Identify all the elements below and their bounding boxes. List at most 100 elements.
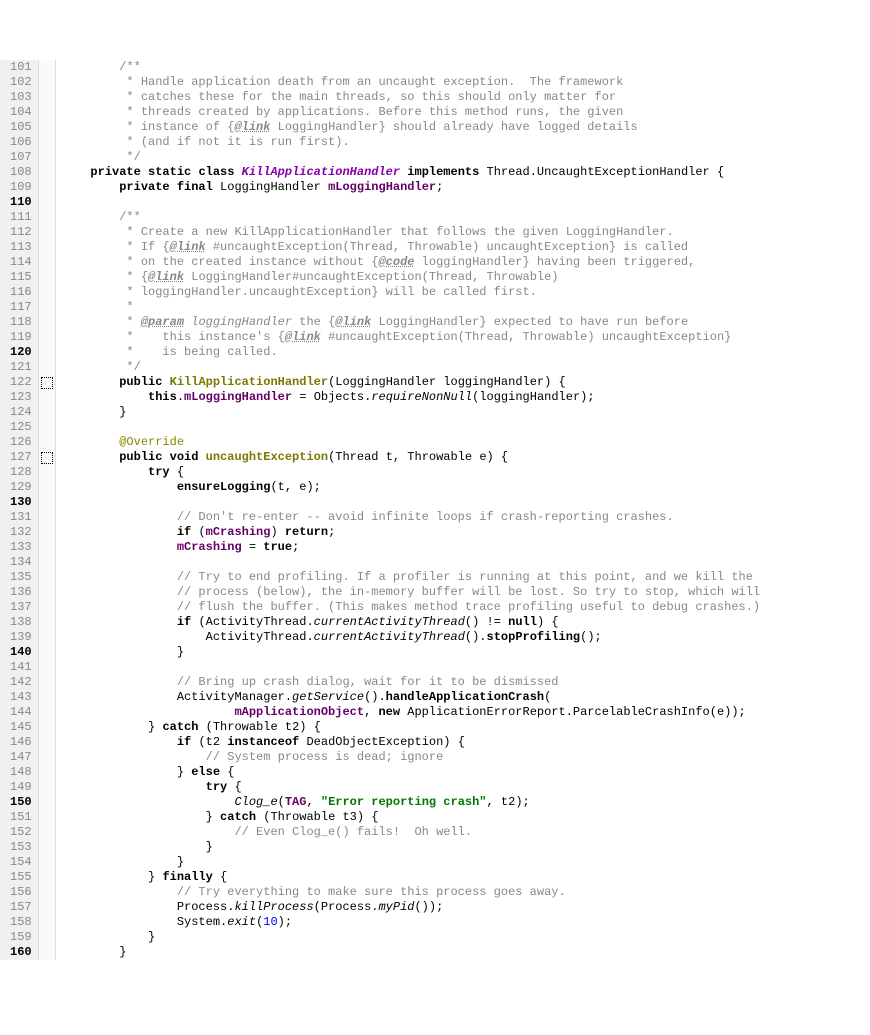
code-line: *: [62, 300, 870, 315]
line-number: 150: [10, 795, 32, 810]
code-area[interactable]: /** * Handle application death from an u…: [56, 60, 870, 960]
line-number: 138: [10, 615, 32, 630]
line-number: 141: [10, 660, 32, 675]
line-number: 145: [10, 720, 32, 735]
code-line: Clog_e(TAG, "Error reporting crash", t2)…: [62, 795, 870, 810]
code-line: * threads created by applications. Befor…: [62, 105, 870, 120]
line-number: 137: [10, 600, 32, 615]
code-line: } catch (Throwable t3) {: [62, 810, 870, 825]
line-number: 129: [10, 480, 32, 495]
code-line: ensureLogging(t, e);: [62, 480, 870, 495]
line-number: 113: [10, 240, 32, 255]
line-number: 157: [10, 900, 32, 915]
code-line: * loggingHandler.uncaughtException} will…: [62, 285, 870, 300]
code-line: // process (below), the in-memory buffer…: [62, 585, 870, 600]
line-number: 110: [10, 195, 32, 210]
line-number: 134: [10, 555, 32, 570]
line-number: 151: [10, 810, 32, 825]
code-line: * is being called.: [62, 345, 870, 360]
code-line: }: [62, 945, 870, 960]
code-line: * (and if not it is run first).: [62, 135, 870, 150]
code-line: }: [62, 930, 870, 945]
line-number: 103: [10, 90, 32, 105]
code-line: // flush the buffer. (This makes method …: [62, 600, 870, 615]
line-number: 120: [10, 345, 32, 360]
line-number: 130: [10, 495, 32, 510]
code-line: private static class KillApplicationHand…: [62, 165, 870, 180]
code-line: if (mCrashing) return;: [62, 525, 870, 540]
code-line: */: [62, 360, 870, 375]
line-number: 109: [10, 180, 32, 195]
line-number: 148: [10, 765, 32, 780]
code-line: }: [62, 405, 870, 420]
line-number: 128: [10, 465, 32, 480]
code-line: ActivityManager.getService().handleAppli…: [62, 690, 870, 705]
line-number: 143: [10, 690, 32, 705]
line-number: 124: [10, 405, 32, 420]
code-line: ActivityThread.currentActivityThread().s…: [62, 630, 870, 645]
line-number: 105: [10, 120, 32, 135]
code-line: * {@link LoggingHandler#uncaughtExceptio…: [62, 270, 870, 285]
code-line: */: [62, 150, 870, 165]
line-number: 160: [10, 945, 32, 960]
line-number: 127: [10, 450, 32, 465]
code-editor: 1011021031041051061071081091101111121131…: [0, 60, 870, 960]
code-line: // Try everything to make sure this proc…: [62, 885, 870, 900]
code-line: * @param loggingHandler the {@link Loggi…: [62, 315, 870, 330]
code-line: * Handle application death from an uncau…: [62, 75, 870, 90]
code-line: } else {: [62, 765, 870, 780]
code-line: * catches these for the main threads, so…: [62, 90, 870, 105]
line-number: 139: [10, 630, 32, 645]
line-number: 156: [10, 885, 32, 900]
code-line: }: [62, 840, 870, 855]
code-line: } finally {: [62, 870, 870, 885]
code-line: }: [62, 855, 870, 870]
code-line: @Override: [62, 435, 870, 450]
code-line: // Try to end profiling. If a profiler i…: [62, 570, 870, 585]
code-line: * Create a new KillApplicationHandler th…: [62, 225, 870, 240]
line-number: 144: [10, 705, 32, 720]
code-line: /**: [62, 210, 870, 225]
fold-marker-gutter: [39, 60, 56, 960]
line-number: 117: [10, 300, 32, 315]
line-number: 112: [10, 225, 32, 240]
code-line: public void uncaughtException(Thread t, …: [62, 450, 870, 465]
line-number: 116: [10, 285, 32, 300]
code-line: mCrashing = true;: [62, 540, 870, 555]
code-line: * If {@link #uncaughtException(Thread, T…: [62, 240, 870, 255]
line-number: 147: [10, 750, 32, 765]
line-number: 152: [10, 825, 32, 840]
line-number: 142: [10, 675, 32, 690]
line-number: 136: [10, 585, 32, 600]
line-number: 107: [10, 150, 32, 165]
code-line: } catch (Throwable t2) {: [62, 720, 870, 735]
code-line: [62, 495, 870, 510]
line-number: 140: [10, 645, 32, 660]
line-number: 125: [10, 420, 32, 435]
code-line: // System process is dead; ignore: [62, 750, 870, 765]
fold-marker-icon[interactable]: [41, 377, 53, 389]
code-line: this.mLoggingHandler = Objects.requireNo…: [62, 390, 870, 405]
line-number: 115: [10, 270, 32, 285]
line-number: 108: [10, 165, 32, 180]
code-line: // Bring up crash dialog, wait for it to…: [62, 675, 870, 690]
line-number: 104: [10, 105, 32, 120]
line-number: 111: [10, 210, 32, 225]
code-line: [62, 195, 870, 210]
code-line: [62, 420, 870, 435]
code-line: mApplicationObject, new ApplicationError…: [62, 705, 870, 720]
line-number: 158: [10, 915, 32, 930]
line-number: 119: [10, 330, 32, 345]
code-line: // Even Clog_e() fails! Oh well.: [62, 825, 870, 840]
code-line: [62, 555, 870, 570]
fold-marker-icon[interactable]: [41, 452, 53, 464]
line-number: 118: [10, 315, 32, 330]
line-number: 101: [10, 60, 32, 75]
code-line: public KillApplicationHandler(LoggingHan…: [62, 375, 870, 390]
code-line: /**: [62, 60, 870, 75]
line-number: 121: [10, 360, 32, 375]
line-number: 132: [10, 525, 32, 540]
code-line: if (ActivityThread.currentActivityThread…: [62, 615, 870, 630]
code-line: }: [62, 645, 870, 660]
code-line: private final LoggingHandler mLoggingHan…: [62, 180, 870, 195]
